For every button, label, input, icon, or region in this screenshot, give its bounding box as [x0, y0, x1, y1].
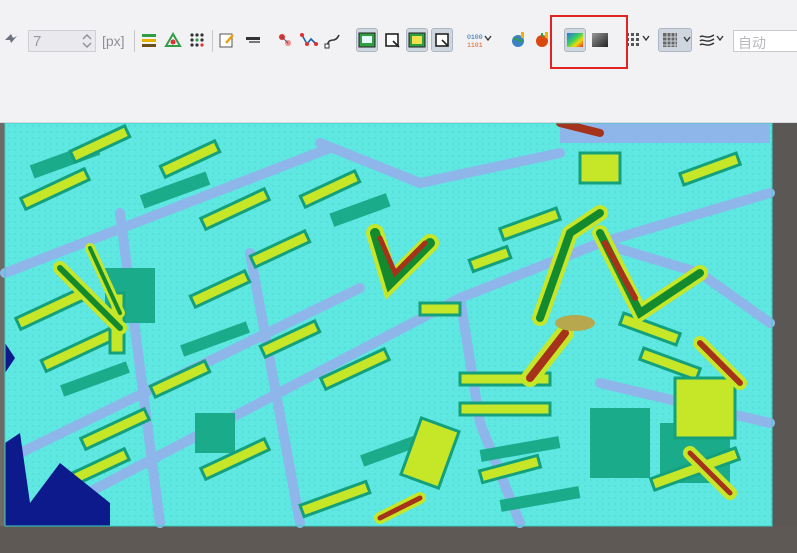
brush-size-unit: [px] [102, 33, 125, 49]
image-view-icon[interactable] [356, 28, 378, 52]
map-canvas[interactable] [0, 123, 797, 553]
filter-input[interactable]: 自动 [733, 30, 797, 52]
chevron-down-icon [484, 35, 492, 42]
wave-icon[interactable] [696, 28, 724, 52]
dotted-grid-icon[interactable] [186, 28, 208, 52]
toolbar-row: 7 [px] 0100 1101 自动 [0, 28, 797, 54]
stepper-arrows-icon[interactable] [81, 32, 93, 50]
line-tool-icon[interactable] [242, 28, 264, 52]
layer-stack-icon[interactable] [138, 28, 160, 52]
chevron-down-icon [683, 36, 691, 43]
polyline-icon[interactable] [298, 28, 320, 52]
crop-icon[interactable] [381, 28, 403, 52]
brush-size-value: 7 [33, 33, 42, 50]
toolbar-separator [134, 30, 135, 52]
binary-value-icon[interactable]: 0100 1101 [464, 28, 492, 52]
composite-icon[interactable] [406, 28, 428, 52]
globe-icon[interactable] [507, 28, 529, 52]
chevron-down-icon [642, 35, 650, 42]
toolbar: 7 [px] 0100 1101 自动 [0, 0, 797, 123]
toolbar-separator [212, 30, 213, 52]
svg-text:0100: 0100 [467, 34, 483, 41]
filter-placeholder: 自动 [738, 35, 766, 51]
pan-icon[interactable] [0, 28, 22, 52]
curve-icon[interactable] [322, 28, 344, 52]
grid-matrix-icon[interactable] [658, 28, 692, 52]
highlight-box [550, 15, 628, 69]
drawing-tool-icon[interactable] [162, 28, 184, 52]
chevron-down-icon [716, 35, 724, 42]
edit-note-icon[interactable] [216, 28, 238, 52]
crop-outline-icon[interactable] [431, 28, 453, 52]
node-edit-icon[interactable] [274, 28, 296, 52]
brush-size-stepper[interactable]: 7 [28, 30, 96, 52]
svg-text:1101: 1101 [467, 42, 483, 49]
